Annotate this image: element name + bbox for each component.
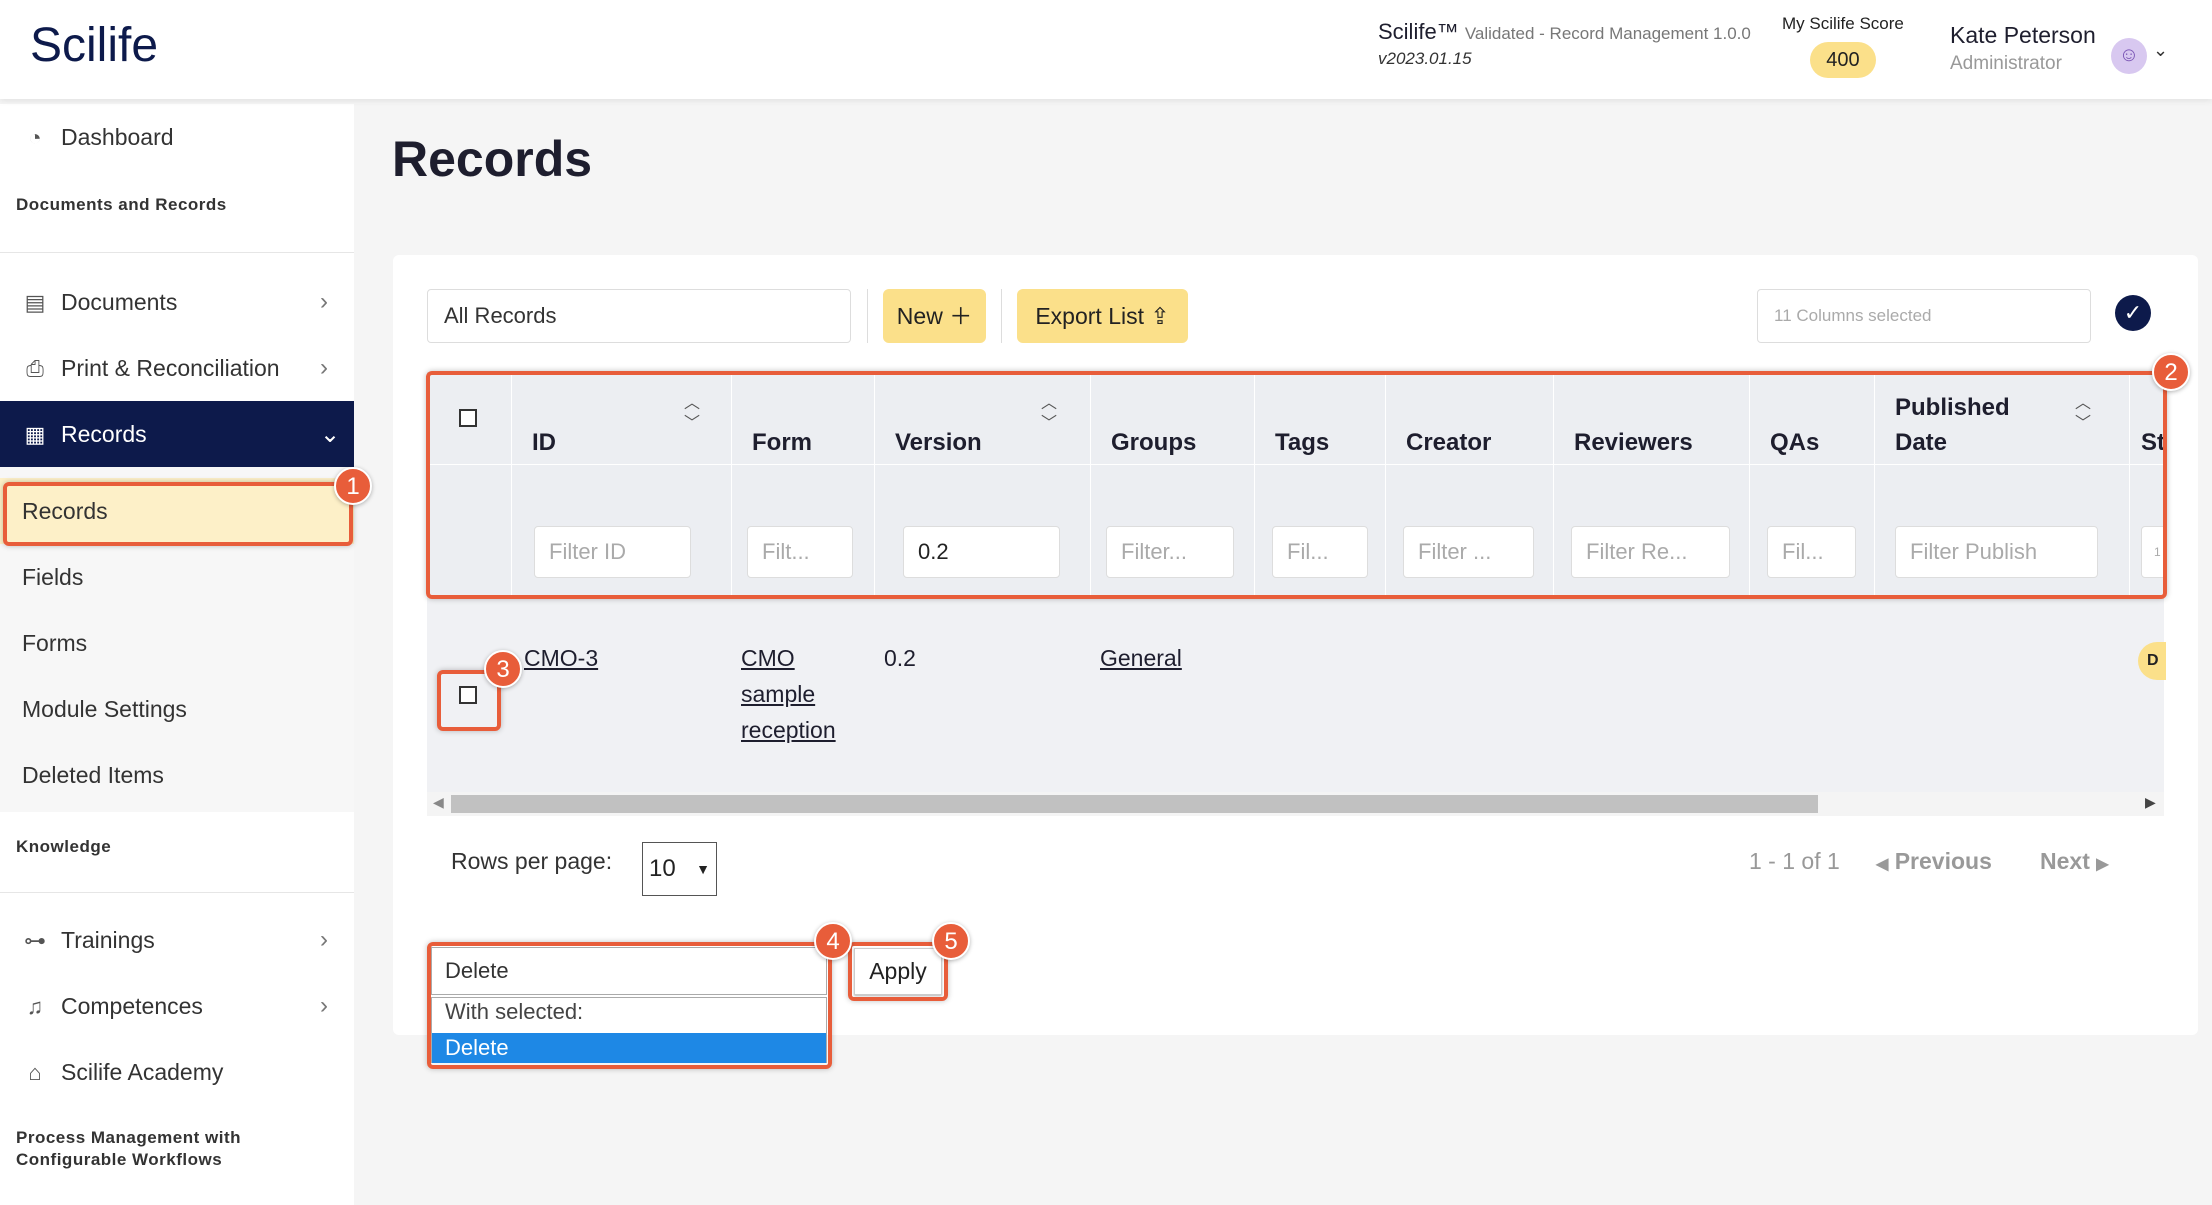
- chevron-right-icon: ▶: [2096, 856, 2109, 873]
- view-select[interactable]: All Records: [427, 289, 851, 343]
- annotation-badge-2: 2: [2152, 353, 2190, 391]
- score-label: My Scilife Score: [1782, 14, 1904, 33]
- sidebar-item-label: Scilife Academy: [61, 1058, 224, 1085]
- submenu-item-forms[interactable]: Forms: [0, 610, 354, 676]
- chevron-down-icon: ⌄: [320, 420, 341, 448]
- record-form-link[interactable]: CMO sample reception: [741, 640, 856, 748]
- horizontal-scrollbar[interactable]: ◀ ▶: [427, 792, 2164, 816]
- sidebar-item-label: Print & Reconciliation: [61, 354, 280, 381]
- sidebar-item-trainings[interactable]: ⊶ Trainings ›: [0, 907, 354, 973]
- sidebar-item-label: Records: [61, 420, 147, 447]
- user-info[interactable]: Kate Peterson Administrator: [1950, 22, 2096, 75]
- record-version: 0.2: [884, 645, 916, 671]
- top-bar: Scilife Scilife™ Validated - Record Mana…: [0, 0, 2212, 99]
- plus-icon: ＋: [949, 303, 973, 329]
- sidebar-item-academy[interactable]: ⌂ Scilife Academy: [0, 1039, 354, 1105]
- new-button[interactable]: New ＋: [883, 289, 986, 343]
- divider: [0, 892, 354, 893]
- rows-per-page-select[interactable]: 10 ▼: [642, 842, 717, 896]
- export-list-button[interactable]: Export List ⇪: [1017, 289, 1188, 343]
- competences-icon: ♫: [26, 994, 44, 1019]
- divider: [1001, 289, 1002, 343]
- chevron-right-icon: ›: [320, 926, 328, 953]
- sidebar-item-label: Documents: [61, 288, 178, 315]
- record-id-link[interactable]: CMO-3: [524, 640, 598, 676]
- export-button-label: Export List: [1035, 303, 1144, 329]
- sidebar-item-print[interactable]: ⎙ Print & Reconciliation ›: [0, 335, 354, 401]
- sidebar: ◔ Dashboard Documents and Records ▤ Docu…: [0, 104, 354, 1205]
- next-label: Next: [2040, 848, 2090, 874]
- divider: [0, 252, 354, 253]
- app-version: v2023.01.15: [1378, 49, 1472, 68]
- score-badge: 400: [1809, 42, 1876, 78]
- sidebar-item-records[interactable]: ▦ Records ⌄: [0, 401, 354, 467]
- printer-icon: ⎙: [26, 356, 44, 381]
- submenu-item-deleted-items[interactable]: Deleted Items: [0, 742, 354, 808]
- gauge-icon: ◔: [28, 125, 42, 150]
- highlight-5: [848, 942, 948, 1001]
- rows-per-page-value: 10: [649, 855, 676, 882]
- sidebar-item-dashboard[interactable]: ◔ Dashboard: [0, 104, 354, 170]
- user-role: Administrator: [1950, 53, 2062, 74]
- annotation-badge-4: 4: [814, 922, 852, 960]
- upload-icon: ⇪: [1150, 303, 1170, 329]
- scilife-logo[interactable]: Scilife: [30, 18, 158, 73]
- sidebar-item-competences[interactable]: ♫ Competences ›: [0, 973, 354, 1039]
- check-icon[interactable]: ✓: [2115, 295, 2151, 331]
- annotation-badge-1: 1: [334, 467, 372, 505]
- next-button[interactable]: Next ▶: [2040, 848, 2109, 875]
- dropdown-arrow-icon: ▼: [696, 861, 710, 877]
- section-heading-documents: Documents and Records: [16, 195, 227, 214]
- chevron-left-icon: ◀: [1876, 856, 1889, 873]
- previous-label: Previous: [1894, 848, 1992, 874]
- highlight-2: [426, 371, 2167, 599]
- document-icon: ▤: [24, 290, 46, 315]
- annotation-badge-5: 5: [932, 922, 970, 960]
- pagination-range: 1 - 1 of 1: [1749, 848, 1840, 874]
- sidebar-item-documents[interactable]: ▤ Documents ›: [0, 269, 354, 335]
- chevron-right-icon: ›: [320, 354, 328, 381]
- submenu-item-module-settings[interactable]: Module Settings: [0, 676, 354, 742]
- columns-select[interactable]: 11 Columns selected: [1757, 289, 2091, 343]
- scilife-score: My Scilife Score 400: [1782, 14, 1904, 78]
- app-subtitle: Validated - Record Management 1.0.0: [1464, 24, 1751, 43]
- chevron-down-icon[interactable]: ⌄: [2153, 40, 2168, 61]
- section-heading-knowledge: Knowledge: [16, 837, 112, 856]
- records-icon: ▦: [24, 422, 46, 447]
- scrollbar-thumb[interactable]: [451, 795, 1818, 813]
- previous-button[interactable]: ◀ Previous: [1876, 848, 1992, 875]
- sidebar-item-label: Dashboard: [61, 123, 174, 150]
- record-groups-link[interactable]: General: [1100, 640, 1182, 676]
- rows-per-page-label: Rows per page:: [451, 848, 613, 874]
- annotation-badge-3: 3: [484, 650, 522, 688]
- avatar[interactable]: ☺: [2111, 38, 2147, 74]
- sidebar-item-label: Competences: [61, 992, 203, 1019]
- user-name: Kate Peterson: [1950, 22, 2096, 48]
- scroll-right-icon[interactable]: ▶: [2145, 794, 2156, 811]
- chevron-right-icon: ›: [320, 288, 328, 315]
- sidebar-item-label: Trainings: [61, 926, 155, 953]
- app-info: Scilife™ Validated - Record Management 1…: [1378, 19, 1751, 68]
- highlight-1: [3, 482, 353, 546]
- new-button-label: New: [896, 303, 943, 329]
- app-name: Scilife™: [1378, 19, 1459, 44]
- divider: [867, 289, 868, 343]
- scroll-left-icon[interactable]: ◀: [433, 794, 444, 811]
- graduation-cap-icon: ⌂: [28, 1060, 42, 1085]
- dumbbell-icon: ⊶: [24, 928, 46, 953]
- section-heading-process: Process Management with Configurable Wor…: [16, 1128, 242, 1169]
- chevron-right-icon: ›: [320, 992, 328, 1019]
- submenu-item-fields[interactable]: Fields: [0, 544, 354, 610]
- table-row[interactable]: CMO-3 CMO sample reception 0.2 General: [427, 596, 2164, 792]
- highlight-4: [427, 942, 832, 1069]
- page-title: Records: [392, 131, 593, 187]
